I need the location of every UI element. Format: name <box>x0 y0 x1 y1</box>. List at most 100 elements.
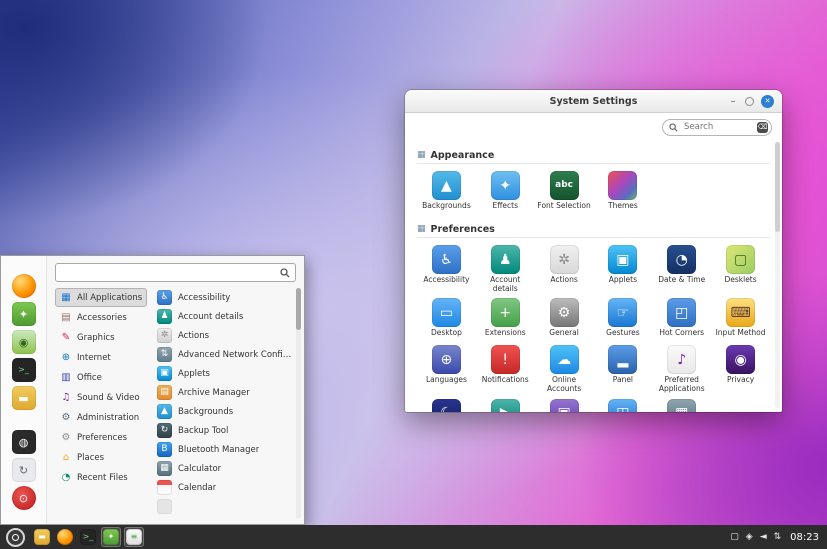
minimize-button[interactable]: – <box>728 96 738 106</box>
menu-category-internet[interactable]: ⊕Internet <box>55 348 147 367</box>
settings-item-workspaces[interactable]: ▦Workspaces <box>652 397 711 413</box>
settings-item-effects[interactable]: ✦Effects <box>476 169 535 215</box>
settings-item-input-method[interactable]: ⌨Input Method <box>711 296 770 342</box>
menu-category-all-applications[interactable]: ▦All Applications <box>55 288 147 307</box>
menu-app-accessibility[interactable]: ♿Accessibility <box>157 288 296 307</box>
settings-item-preferred-applications[interactable]: ♪Preferred Applications <box>652 343 711 395</box>
settings-item-label: Desklets <box>724 276 756 285</box>
menu-app-applets[interactable]: ▣Applets <box>157 364 296 383</box>
volume-icon[interactable]: ◄ <box>760 533 767 542</box>
settings-item-languages[interactable]: ⊕Languages <box>417 343 476 395</box>
menu-category-graphics[interactable]: ✎Graphics <box>55 328 147 347</box>
menu-app-calculator[interactable]: ▦Calculator <box>157 459 296 478</box>
settings-item-window-tiling[interactable]: ◫Window Tiling <box>593 397 652 413</box>
menu-search-input[interactable] <box>61 267 276 279</box>
settings-item-extensions[interactable]: +Extensions <box>476 296 535 342</box>
settings-scrollbar-thumb[interactable] <box>775 142 780 232</box>
menu-app-backup-tool[interactable]: ↻Backup Tool <box>157 421 296 440</box>
window-controls: – ✕ <box>728 90 774 112</box>
menu-category-accessories[interactable]: ▤Accessories <box>55 308 147 327</box>
menu-favorite-firefox-icon[interactable] <box>12 274 36 298</box>
menu-favorite-files-icon[interactable]: ▬ <box>12 386 36 410</box>
menu-favorite-lock-screen-icon[interactable]: ◍ <box>12 430 36 454</box>
network-icon[interactable]: ⇅ <box>774 533 782 542</box>
menu-button[interactable] <box>6 528 25 547</box>
menu-category-administration[interactable]: ⚙Administration <box>55 408 147 427</box>
settings-item-accessibility[interactable]: ♿Accessibility <box>417 243 476 295</box>
settings-item-general[interactable]: ⚙General <box>535 296 594 342</box>
window-tiling-icon: ◫ <box>608 399 637 413</box>
menu-search[interactable] <box>55 263 296 282</box>
menu-app-actions[interactable]: ✲Actions <box>157 326 296 345</box>
menu-category-office[interactable]: ▥Office <box>55 368 147 387</box>
settings-item-actions[interactable]: ✲Actions <box>535 243 594 295</box>
gestures-icon: ☞ <box>608 298 637 327</box>
settings-item-account-details[interactable]: ♟Account details <box>476 243 535 295</box>
panel-launcher-terminal[interactable]: >_ <box>78 527 98 547</box>
menu-favorite-shutdown-icon[interactable]: ⊙ <box>12 486 36 510</box>
settings-item-panel[interactable]: ▂Panel <box>593 343 652 395</box>
settings-item-screensaver[interactable]: ☾Screensaver <box>417 397 476 413</box>
settings-item-notifications[interactable]: !Notifications <box>476 343 535 395</box>
settings-titlebar[interactable]: System Settings – ✕ <box>405 90 782 113</box>
panel-launcher-text-editor[interactable]: ≡ <box>124 527 144 547</box>
settings-item-startup-applications[interactable]: ▶Startup Applications <box>476 397 535 413</box>
app-label: Calendar <box>178 483 216 493</box>
close-button[interactable]: ✕ <box>761 95 774 108</box>
settings-item-label: General <box>549 329 579 338</box>
clear-search-icon[interactable]: ⌫ <box>757 122 768 133</box>
account-details-icon: ♟ <box>157 309 172 324</box>
menu-category-preferences[interactable]: ⚙Preferences <box>55 428 147 447</box>
settings-item-applets[interactable]: ▣Applets <box>593 243 652 295</box>
menu-app-backgrounds[interactable]: ▲Backgrounds <box>157 402 296 421</box>
settings-item-label: Hot Corners <box>659 329 704 338</box>
actions-icon: ✲ <box>550 245 579 274</box>
menu-favorite-terminal-icon[interactable]: >_ <box>12 358 36 382</box>
menu-app-bluetooth-manager[interactable]: BBluetooth Manager <box>157 440 296 459</box>
menu-app-advanced-network-configuration[interactable]: ⇅Advanced Network Configuration <box>157 345 296 364</box>
menu-scrollbar-thumb[interactable] <box>296 288 301 330</box>
settings-item-backgrounds[interactable]: ▲Backgrounds <box>417 169 476 215</box>
menu-app-calendar[interactable]: Calendar <box>157 478 296 497</box>
workspaces-icon: ▦ <box>667 399 696 413</box>
settings-item-date-time[interactable]: ◔Date & Time <box>652 243 711 295</box>
display-icon[interactable]: ▢ <box>730 533 739 542</box>
settings-item-font-selection[interactable]: abcFont Selection <box>535 169 594 215</box>
settings-item-themes[interactable]: Themes <box>593 169 652 215</box>
settings-scrollbar[interactable] <box>775 142 780 408</box>
settings-item-label: Preferred Applications <box>654 376 710 393</box>
settings-item-desklets[interactable]: ▢Desklets <box>711 243 770 295</box>
settings-item-desktop[interactable]: ▭Desktop <box>417 296 476 342</box>
settings-item-gestures[interactable]: ☞Gestures <box>593 296 652 342</box>
panel-launcher-software-manager[interactable]: ✦ <box>101 527 121 547</box>
menu-favorite-software-sources-icon[interactable]: ◉ <box>12 330 36 354</box>
shield-icon[interactable]: ◈ <box>746 533 753 542</box>
maximize-button[interactable] <box>745 97 754 106</box>
settings-search[interactable]: ⌫ <box>662 119 772 136</box>
panel-launcher-firefox[interactable] <box>55 527 75 547</box>
settings-item-label: Desktop <box>431 329 462 338</box>
settings-item-online-accounts[interactable]: ☁Online Accounts <box>535 343 594 395</box>
app-label: Account details <box>178 312 243 322</box>
panel-launcher-files[interactable]: ▬ <box>32 527 52 547</box>
menu-main: ▦All Applications▤Accessories✎Graphics⊕I… <box>47 256 304 524</box>
settings-item-windows[interactable]: ▣Windows <box>535 397 594 413</box>
firefox-icon <box>57 529 73 545</box>
menu-category-places[interactable]: ⌂Places <box>55 448 147 467</box>
menu-category-sound-video[interactable]: ♫Sound & Video <box>55 388 147 407</box>
menu-favorite-software-manager-icon[interactable]: ✦ <box>12 302 36 326</box>
menu-scrollbar[interactable] <box>296 288 301 519</box>
menu-app-archive-manager[interactable]: ▤Archive Manager <box>157 383 296 402</box>
menu-favorite-logout-icon[interactable]: ↻ <box>12 458 36 482</box>
menu-app-account-details[interactable]: ♟ Account details <box>157 307 296 326</box>
panel-launchers: ▬ >_✦≡ <box>32 527 144 547</box>
settings-item-label: Font Selection <box>537 202 590 211</box>
clock[interactable]: 08:23 <box>790 532 819 543</box>
section-label: Appearance <box>431 150 495 161</box>
settings-search-input[interactable] <box>682 121 753 133</box>
settings-item-privacy[interactable]: ◉Privacy <box>711 343 770 395</box>
date-time-icon: ◔ <box>667 245 696 274</box>
settings-item-hot-corners[interactable]: ◰Hot Corners <box>652 296 711 342</box>
menu-app-item[interactable] <box>157 497 296 516</box>
menu-category-recent-files[interactable]: ◔Recent Files <box>55 468 147 487</box>
